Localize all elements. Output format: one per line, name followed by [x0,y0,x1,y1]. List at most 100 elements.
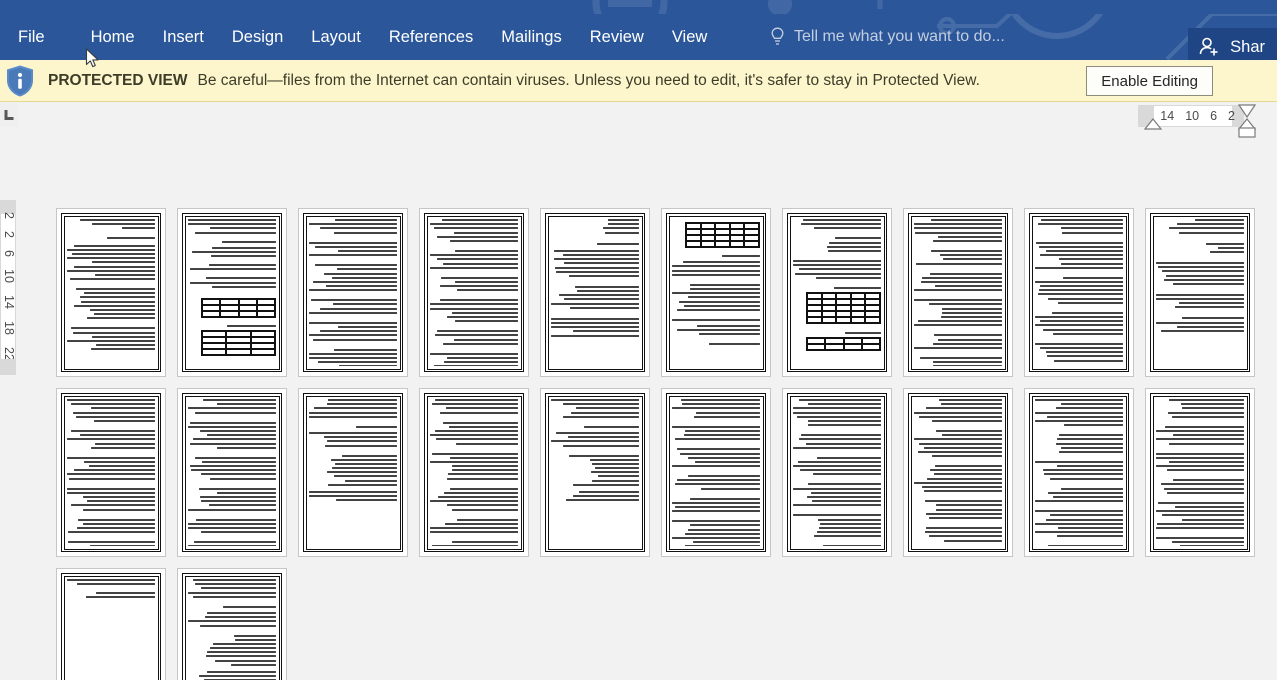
page-thumbnail[interactable] [1145,208,1255,377]
text-line [844,331,881,334]
text-line [87,500,155,503]
text-line [793,259,881,262]
text-line [188,591,276,594]
page-thumbnail[interactable] [540,208,650,377]
text-line [1181,518,1244,521]
text-line [196,518,276,521]
share-button[interactable]: Shar [1188,28,1277,60]
hruler-tick-6: 6 [1210,109,1218,123]
tab-layout[interactable]: Layout [297,14,375,60]
text-line [209,227,276,230]
page-border [61,213,161,372]
text-line [94,442,155,445]
text-line [430,223,518,226]
text-line [456,518,518,521]
tab-stop-selector[interactable] [0,103,18,127]
text-line [563,262,639,265]
text-line [567,436,639,439]
page-thumbnail[interactable] [419,388,529,557]
text-line [67,491,155,494]
text-line [440,285,518,288]
text-line [1035,342,1123,345]
text-line [309,311,397,314]
protected-view-bar: PROTECTED VIEW Be careful—files from the… [0,60,1277,102]
page-border [303,213,403,372]
page-thumbnail[interactable] [56,568,166,680]
text-line [230,663,276,666]
text-line [323,436,397,439]
text-line [798,460,881,463]
text-line [1040,320,1123,323]
page-thumbnail[interactable] [661,388,771,557]
table-cell [226,348,251,355]
tab-view[interactable]: View [658,14,721,60]
page-thumbnail[interactable] [782,208,892,377]
text-line [188,223,276,226]
page-thumbnail[interactable] [298,208,408,377]
text-line [435,334,518,337]
tab-review[interactable]: Review [576,14,658,60]
text-line [67,487,155,490]
page-thumbnail[interactable] [1024,208,1134,377]
tab-mailings[interactable]: Mailings [487,14,576,60]
page-thumbnail[interactable] [903,208,1013,377]
text-line [209,647,276,650]
text-line [1035,399,1123,401]
tab-references[interactable]: References [375,14,487,60]
tab-file[interactable]: File [0,14,67,60]
page-thumbnail[interactable] [298,388,408,557]
page-thumbnail[interactable] [1024,388,1134,557]
text-line [573,495,639,498]
right-indent-top-marker[interactable] [1238,104,1256,118]
text-line [690,497,760,500]
text-line [929,272,1002,275]
text-line [1169,460,1244,463]
document-canvas[interactable] [18,128,1277,680]
text-line [551,302,639,305]
page-thumbnail[interactable] [177,388,287,557]
text-line [708,343,760,346]
text-line [578,491,639,493]
tab-design[interactable]: Design [218,14,297,60]
page-thumbnail[interactable] [419,208,529,377]
page-thumbnail[interactable] [782,388,892,557]
text-line [914,411,1002,414]
page-thumbnail[interactable] [903,388,1013,557]
page-thumbnail[interactable] [177,568,287,680]
table-cell [861,343,880,350]
text-line [200,473,276,476]
vertical-ruler[interactable]: 2 2 6 10 14 18 22 [0,200,16,375]
text-line [930,469,1002,472]
text-line [91,335,155,338]
page-thumbnail[interactable] [56,208,166,377]
page-thumbnail[interactable] [1145,388,1255,557]
page-thumbnail[interactable] [540,388,650,557]
text-line [1046,518,1123,521]
text-line [67,579,155,581]
page-border [1150,213,1250,372]
text-line [194,231,276,234]
tell-me-search[interactable]: Tell me what you want to do... [770,14,1005,60]
tab-insert[interactable]: Insert [149,14,218,60]
page-thumbnail[interactable] [177,208,287,377]
text-line [1156,293,1244,296]
table-cell [250,348,275,355]
text-line [934,465,1002,468]
text-line [795,272,881,275]
page-grid [56,208,1266,680]
first-line-indent-marker[interactable] [1144,118,1162,130]
text-line [829,241,881,244]
enable-editing-button[interactable]: Enable Editing [1086,66,1213,96]
text-line [1156,456,1244,459]
text-line [1180,403,1244,406]
text-line [931,219,1002,221]
text-line [439,299,518,302]
page-content [1035,399,1123,546]
left-indent-box-marker[interactable] [1238,127,1256,138]
text-line [800,223,881,226]
text-line [923,490,1002,493]
page-thumbnail[interactable] [661,208,771,377]
table-cell [220,310,239,317]
text-line [1059,450,1123,453]
page-thumbnail[interactable] [56,388,166,557]
